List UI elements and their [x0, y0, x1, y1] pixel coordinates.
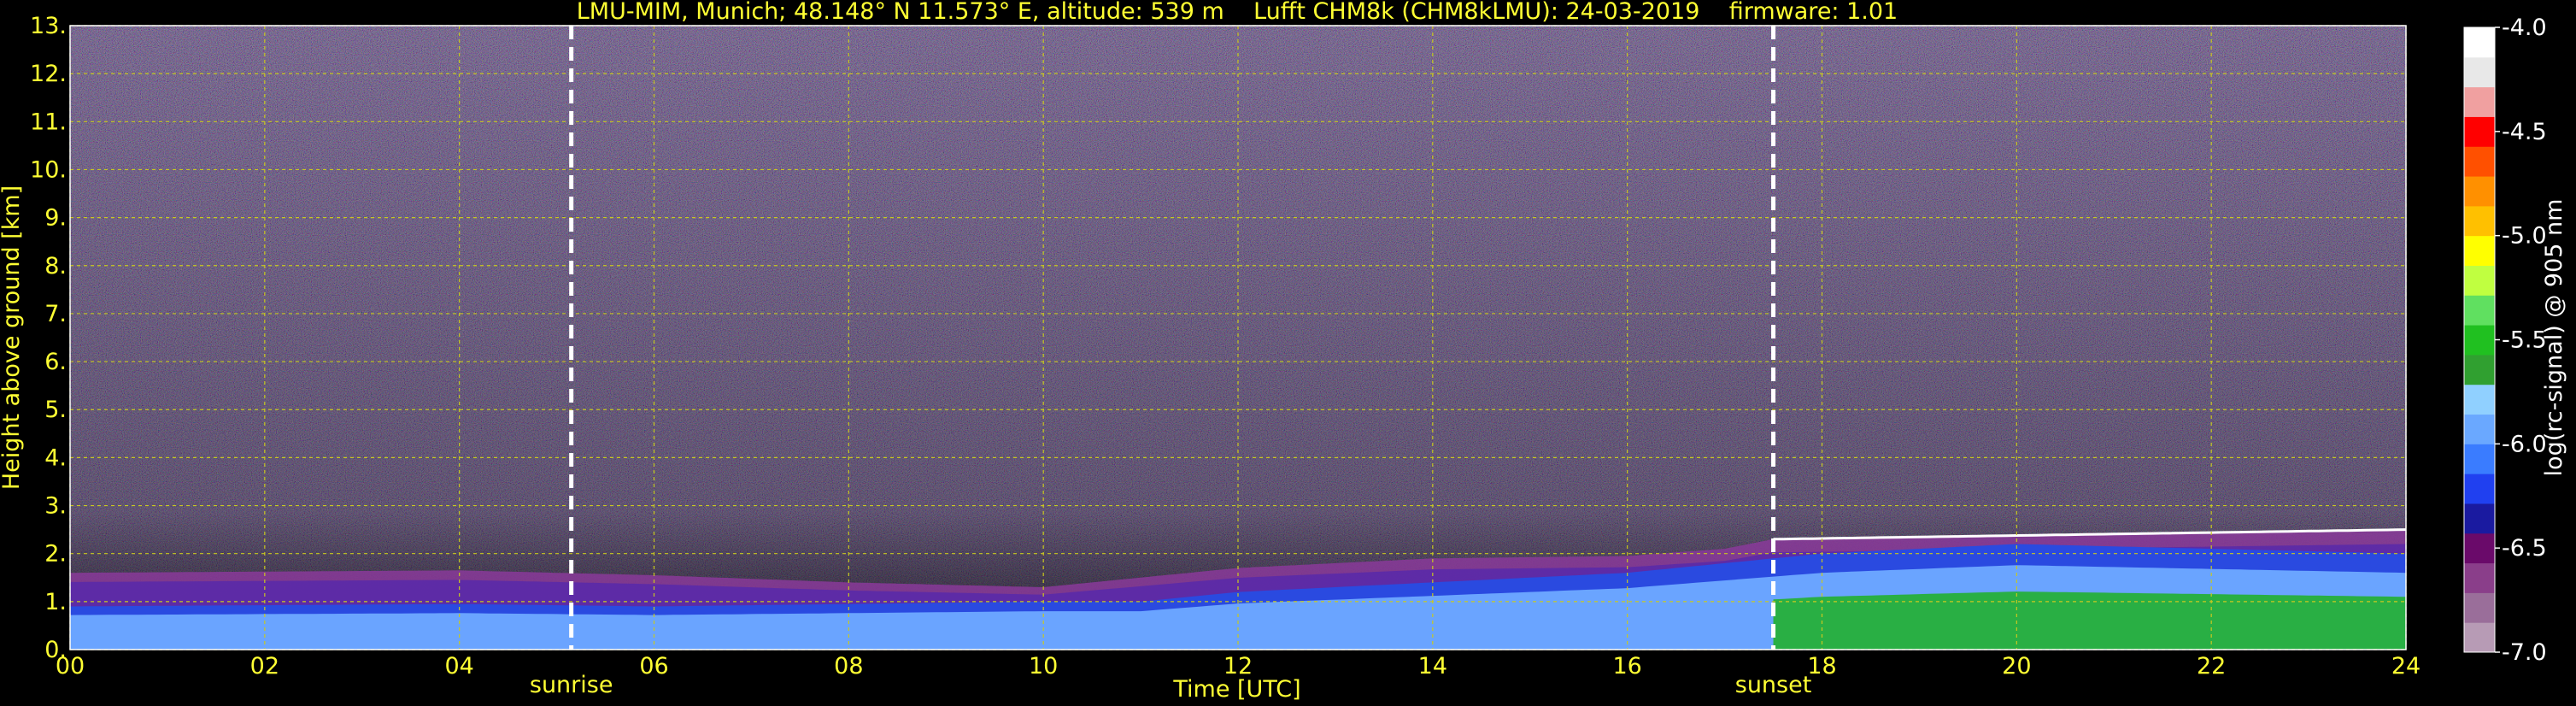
x-tick-label: 14 [1418, 653, 1447, 680]
y-tick-label: 12. [30, 61, 67, 87]
colorbar-tick-label: -6.0 [2502, 431, 2547, 457]
colorbar-tick-label: -5.5 [2502, 327, 2547, 354]
y-tick-label: 7. [44, 301, 67, 327]
colorbar-swatch [2464, 27, 2495, 58]
colorbar-swatch [2464, 444, 2495, 474]
x-tick-label: 20 [2002, 653, 2031, 680]
y-tick-label: 1. [44, 589, 67, 615]
colorbar-tick-label: -6.5 [2502, 535, 2547, 562]
colorbar-label: log(rc-signal) @ 905 nm [2541, 199, 2567, 477]
colorbar-swatch [2464, 384, 2495, 415]
y-tick-labels: 0.1.2.3.4.5.6.7.8.9.10.11.12.13. [30, 13, 67, 663]
y-tick-label: 4. [44, 444, 67, 471]
colorbar-tick-label: -5.0 [2502, 223, 2547, 250]
colorbar-swatch [2464, 176, 2495, 207]
x-tick-label: 10 [1029, 653, 1058, 680]
colorbar-swatch [2464, 532, 2495, 564]
convective-layer [1773, 591, 2406, 650]
y-axis-label: Height above ground [km] [0, 185, 25, 490]
colorbar-swatch [2464, 474, 2495, 504]
x-tick-label: 08 [834, 653, 863, 680]
colorbar-tick-label: -7.0 [2502, 639, 2547, 666]
sunset-label: sunset [1735, 672, 1812, 698]
colorbar-swatch [2464, 622, 2495, 653]
chart-title: LMU-MIM, Munich; 48.148° N 11.573° E, al… [577, 0, 1898, 25]
colorbar-swatch [2464, 503, 2495, 534]
colorbar-swatch [2464, 325, 2495, 356]
x-tick-label: 16 [1612, 653, 1641, 680]
x-tick-label: 02 [250, 653, 279, 680]
y-tick-label: 11. [30, 109, 67, 135]
y-tick-label: 9. [44, 205, 67, 232]
y-tick-label: 3. [44, 493, 67, 520]
colorbar-swatch [2464, 354, 2495, 385]
colorbar-swatch [2464, 592, 2495, 623]
colorbar-swatch [2464, 86, 2495, 117]
y-tick-label: 8. [44, 253, 67, 279]
colorbar-tick-label: -4.0 [2502, 15, 2547, 41]
colorbar-swatch [2464, 562, 2495, 593]
x-tick-label: 22 [2197, 653, 2226, 680]
colorbar-swatch [2464, 295, 2495, 326]
sunrise-label: sunrise [530, 672, 613, 698]
colorbar-swatch [2464, 116, 2495, 147]
colorbar-swatch [2464, 56, 2495, 88]
colorbar-swatch [2464, 265, 2495, 296]
colorbar-tick-label: -4.5 [2502, 119, 2547, 145]
x-axis-label: Time [UTC] [1172, 676, 1300, 703]
colorbar: -4.0 -4.5 -5.0 -5.5 -6.0 -6.5 -7.0 [2463, 15, 2547, 666]
colorbar-swatch [2464, 414, 2495, 444]
x-tick-label: 18 [1807, 653, 1836, 680]
ceilometer-chart: sunrise sunset 0.1.2.3.4.5.6.7.8.9.10.11.… [0, 0, 2567, 703]
y-tick-label: 10. [30, 156, 67, 183]
x-tick-label: 24 [2391, 653, 2421, 680]
x-tick-label: 00 [56, 653, 85, 680]
y-tick-label: 2. [44, 541, 67, 568]
y-tick-label: 5. [44, 397, 67, 423]
y-tick-label: 13. [30, 13, 67, 39]
x-tick-label: 04 [444, 653, 473, 680]
y-tick-label: 6. [44, 349, 67, 375]
colorbar-swatch [2464, 205, 2495, 237]
x-tick-label: 06 [639, 653, 668, 680]
colorbar-swatch [2464, 146, 2495, 177]
colorbar-swatch [2464, 235, 2495, 266]
